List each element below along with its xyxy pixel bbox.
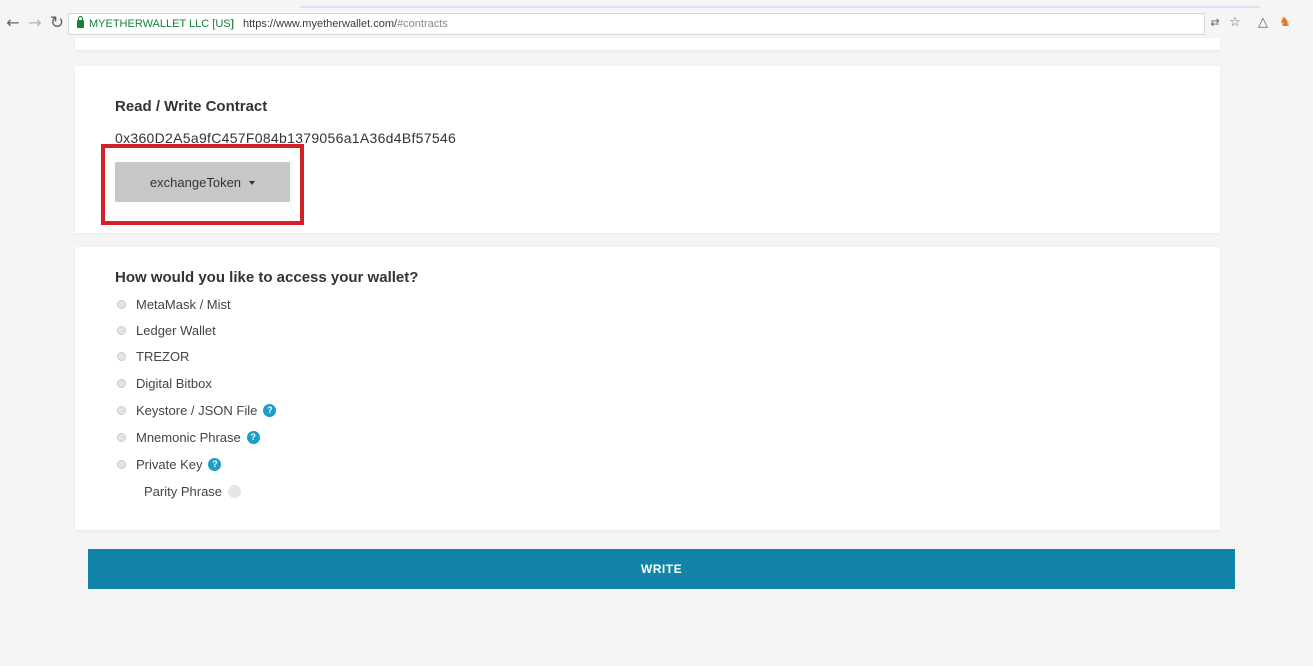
radio-icon[interactable] xyxy=(117,432,126,442)
forward-arrow-icon[interactable]: → xyxy=(26,14,44,32)
wallet-option-trezor[interactable]: TREZOR xyxy=(117,346,189,366)
wallet-option-keystore[interactable]: Keystore / JSON File ? xyxy=(117,400,277,420)
radio-icon[interactable] xyxy=(117,325,126,335)
reload-icon[interactable]: ↻ xyxy=(48,14,66,32)
url-text: https://www.myetherwallet.com/#contracts xyxy=(243,14,448,34)
wallet-option-label: Keystore / JSON File xyxy=(136,402,258,418)
url-separator: | xyxy=(232,18,235,30)
wallet-option-parity-phrase[interactable]: Parity Phrase ? xyxy=(144,481,242,501)
help-question-icon[interactable]: ? xyxy=(263,403,277,417)
wallet-option-digital-bitbox[interactable]: Digital Bitbox xyxy=(117,373,212,393)
address-bar[interactable]: MYETHERWALLET LLC [US] | https://www.mye… xyxy=(68,13,1205,35)
wallet-access-panel: How would you like to access your wallet… xyxy=(75,247,1220,530)
wallet-option-label: Private Key xyxy=(136,456,203,472)
wallet-option-metamask[interactable]: MetaMask / Mist xyxy=(117,294,231,314)
url-base: https://www.myetherwallet.com/ xyxy=(243,18,398,30)
drive-icon[interactable]: △ xyxy=(1254,14,1272,32)
translate-icon[interactable]: ⇄ xyxy=(1206,14,1224,32)
wallet-option-label: Ledger Wallet xyxy=(136,322,216,338)
wallet-option-label: Mnemonic Phrase xyxy=(136,429,241,445)
radio-icon[interactable] xyxy=(117,351,126,361)
wallet-access-heading: How would you like to access your wallet… xyxy=(115,269,419,286)
tab-strip-edge xyxy=(300,6,1260,8)
highlight-annotation xyxy=(101,144,304,225)
wallet-option-mnemonic[interactable]: Mnemonic Phrase ? xyxy=(117,427,260,447)
bookmark-star-icon[interactable]: ☆ xyxy=(1226,14,1244,32)
lock-icon xyxy=(77,16,84,28)
wallet-option-label: Parity Phrase xyxy=(144,483,223,499)
back-arrow-icon[interactable]: ← xyxy=(4,14,22,32)
site-identity: MYETHERWALLET LLC [US] xyxy=(89,18,234,30)
radio-icon[interactable] xyxy=(117,405,126,415)
help-question-icon[interactable]: ? xyxy=(208,457,222,471)
contract-title: Read / Write Contract xyxy=(115,98,268,115)
wallet-option-label: MetaMask / Mist xyxy=(136,296,231,312)
help-question-icon: ? xyxy=(228,484,242,498)
radio-icon[interactable] xyxy=(117,378,126,388)
radio-icon[interactable] xyxy=(117,299,126,309)
previous-section-card xyxy=(75,38,1220,50)
wallet-option-ledger[interactable]: Ledger Wallet xyxy=(117,320,216,340)
help-question-icon[interactable]: ? xyxy=(246,430,260,444)
wallet-option-private-key[interactable]: Private Key ? xyxy=(117,454,222,474)
wallet-option-label: Digital Bitbox xyxy=(136,375,212,391)
wallet-option-label: TREZOR xyxy=(136,348,190,364)
read-write-contract-panel: Read / Write Contract 0x360D2A5a9fC457F0… xyxy=(75,66,1220,233)
radio-icon[interactable] xyxy=(117,459,126,469)
write-button[interactable]: WRITE xyxy=(88,549,1235,589)
url-fragment: #contracts xyxy=(397,18,448,30)
metamask-fox-icon[interactable]: ♞ xyxy=(1276,14,1294,32)
